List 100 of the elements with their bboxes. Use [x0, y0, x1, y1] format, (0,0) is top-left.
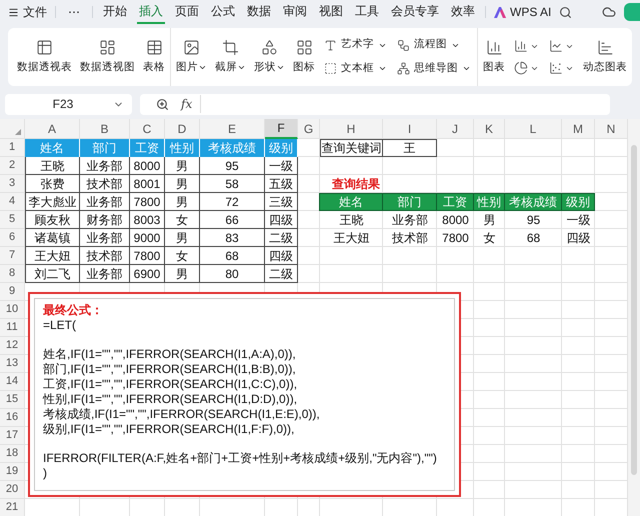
- row-header[interactable]: 4: [0, 193, 25, 211]
- header-cell: 姓名: [25, 139, 80, 157]
- table-cell: 业务部: [80, 265, 130, 283]
- header-cell: 级别: [265, 139, 298, 157]
- column-header[interactable]: N: [595, 119, 628, 139]
- row-header[interactable]: 1: [0, 139, 25, 157]
- query-value[interactable]: 王: [383, 139, 437, 157]
- chart-type-button[interactable]: [514, 61, 539, 75]
- table-cell: 业务部: [80, 229, 130, 247]
- menu-tab[interactable]: 会员专享: [389, 0, 441, 24]
- menu-tab[interactable]: 开始: [101, 0, 129, 24]
- table-cell: 95: [200, 157, 265, 175]
- row-header[interactable]: 9: [0, 283, 25, 301]
- column-header[interactable]: J: [437, 119, 474, 139]
- chart-type-button[interactable]: [549, 39, 574, 53]
- menu-tab[interactable]: 视图: [317, 0, 345, 24]
- menu-tab[interactable]: 插入: [137, 0, 165, 24]
- table-cell: 男: [165, 265, 200, 283]
- chart-type-button[interactable]: [549, 61, 574, 75]
- ribbon-button[interactable]: 文本框: [324, 61, 387, 77]
- column-header[interactable]: C: [130, 119, 165, 139]
- header-cell: 姓名: [319, 193, 383, 211]
- file-menu[interactable]: 文件: [8, 3, 47, 21]
- row-header[interactable]: 3: [0, 175, 25, 193]
- menu-tab[interactable]: 工具: [353, 0, 381, 24]
- row-header[interactable]: 13: [0, 355, 25, 373]
- row-header[interactable]: 6: [0, 229, 25, 247]
- more-button[interactable]: ⋯: [64, 3, 84, 21]
- ribbon-button[interactable]: 流程图: [397, 37, 471, 53]
- ribbon-button[interactable]: 思维导图: [397, 61, 471, 77]
- ribbon-button[interactable]: 图表: [480, 38, 508, 76]
- column-header[interactable]: E: [200, 119, 265, 139]
- table-cell-text: 8000: [441, 212, 470, 229]
- pie-chart-icon: [514, 61, 528, 75]
- menu-icon: [8, 6, 19, 18]
- table-cell: 王晓: [25, 157, 80, 175]
- row-header[interactable]: 20: [0, 481, 25, 499]
- ribbon-button[interactable]: 表格: [140, 38, 168, 76]
- scatter-chart-icon: [549, 61, 563, 75]
- ribbon-button[interactable]: 数据透视图: [77, 38, 138, 76]
- menu-tab[interactable]: 公式: [209, 0, 237, 24]
- chart-type-button[interactable]: [514, 39, 539, 53]
- column-header[interactable]: K: [474, 119, 505, 139]
- column-header[interactable]: H: [320, 119, 383, 139]
- ribbon-button[interactable]: 形状: [251, 38, 288, 76]
- image-icon: [183, 38, 200, 56]
- table-cell: 业务部: [80, 193, 130, 211]
- formula-line: 性别,IF(I1="","",IFERROR(SEARCH(I1,D:D),0)),: [43, 392, 298, 407]
- column-header[interactable]: F: [265, 119, 298, 139]
- chart-icon: [596, 38, 614, 56]
- formula-line: IFERROR(FILTER(A:F,姓名+部门+工资+性别+考核成绩+级别,"无内容"),""): [43, 451, 438, 466]
- column-header[interactable]: G: [298, 119, 320, 139]
- row-header[interactable]: 7: [0, 247, 25, 265]
- row-header[interactable]: 18: [0, 445, 25, 463]
- column-header[interactable]: I: [383, 119, 437, 139]
- menu-tab[interactable]: 效率: [449, 0, 477, 24]
- formula-title: 最终公式：: [43, 303, 104, 318]
- column-header[interactable]: D: [165, 119, 200, 139]
- letter-icon: [324, 38, 337, 52]
- row-header[interactable]: 14: [0, 373, 25, 391]
- menu-tab[interactable]: 数据: [245, 0, 273, 24]
- pivot-chart-icon: [99, 38, 116, 56]
- row-header[interactable]: 15: [0, 391, 25, 409]
- row-header[interactable]: 19: [0, 463, 25, 481]
- menu-tab[interactable]: 审阅: [281, 0, 309, 24]
- formula-field[interactable]: fx: [140, 94, 610, 114]
- ai-button[interactable]: WPS AI: [494, 3, 552, 21]
- ribbon-button[interactable]: 艺术字: [324, 37, 387, 53]
- column-header[interactable]: M: [562, 119, 595, 139]
- ribbon-button[interactable]: 图片: [173, 38, 210, 76]
- row-header[interactable]: 10: [0, 301, 25, 319]
- name-box[interactable]: F23: [5, 94, 132, 114]
- cloud-icon[interactable]: [602, 5, 616, 19]
- table-cell: 83: [200, 229, 265, 247]
- column-header[interactable]: A: [25, 119, 80, 139]
- menu-tab[interactable]: 页面: [173, 0, 201, 24]
- row-header[interactable]: 2: [0, 157, 25, 175]
- ribbon-button[interactable]: 动态图表: [580, 38, 630, 76]
- formula-line: 姓名,IF(I1="","",IFERROR(SEARCH(I1,A:A),0)),: [43, 347, 297, 362]
- row-header[interactable]: 17: [0, 427, 25, 445]
- vertical-scrollbar[interactable]: [628, 119, 640, 516]
- ribbon-button[interactable]: 数据透视表: [14, 38, 75, 76]
- ribbon-button[interactable]: 图标: [290, 38, 318, 76]
- row-header[interactable]: 12: [0, 337, 25, 355]
- row-header[interactable]: 21: [0, 499, 25, 516]
- formula-line: ): [43, 466, 48, 481]
- search-icon[interactable]: [559, 6, 572, 18]
- row-header[interactable]: 16: [0, 409, 25, 427]
- row-header[interactable]: 5: [0, 211, 25, 229]
- select-all-corner[interactable]: [0, 119, 25, 139]
- row-header[interactable]: 8: [0, 265, 25, 283]
- column-header[interactable]: B: [80, 119, 130, 139]
- column-header[interactable]: L: [505, 119, 562, 139]
- table-cell: 男: [165, 157, 200, 175]
- fx-label: fx: [181, 95, 202, 113]
- ribbon-button[interactable]: 截屏: [212, 38, 249, 76]
- crop-icon: [222, 38, 239, 56]
- row-header[interactable]: 11: [0, 319, 25, 337]
- table-cell: 7800: [130, 193, 165, 211]
- formula-line: =LET(: [43, 318, 78, 333]
